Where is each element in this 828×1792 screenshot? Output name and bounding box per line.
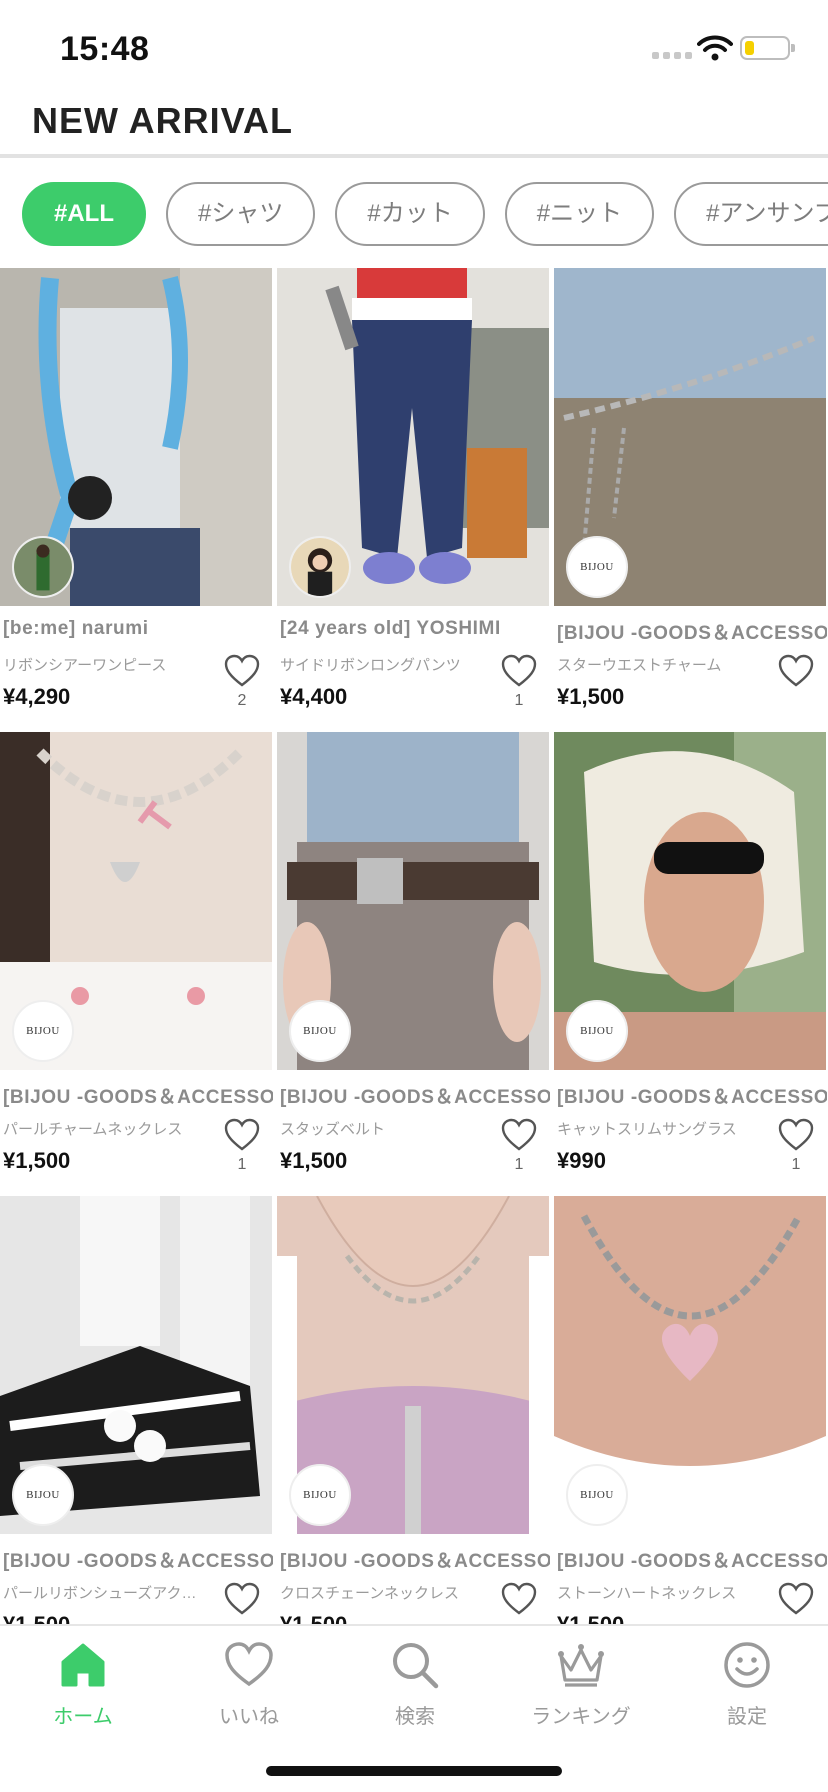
tab-ranking[interactable]: ランキング xyxy=(498,1640,664,1740)
seller-avatar[interactable] xyxy=(289,536,351,598)
like-heart-icon[interactable] xyxy=(224,1582,260,1616)
product-name: スタッズベルト xyxy=(280,1121,386,1138)
product-card[interactable]: BIJOU [BIJOU -GOODS＆ACCESSORIES-] キャットスリ… xyxy=(554,732,827,1190)
page-title: NEW ARRIVAL xyxy=(32,100,293,141)
product-brand: [BIJOU -GOODS＆ACCESSORIES-] xyxy=(280,1087,550,1108)
product-price: ¥1,500 xyxy=(557,1612,624,1624)
product-name: サイドリボンロングパンツ xyxy=(280,657,461,674)
product-price: ¥4,290 xyxy=(3,684,71,709)
product-card[interactable]: BIJOU [BIJOU -GOODS＆ACCESSORIES-] パールリボン… xyxy=(0,1196,273,1624)
product-card[interactable]: BIJOU [BIJOU -GOODS＆ACCESSORIES-] クロスチェー… xyxy=(277,1196,550,1624)
product-name: パールリボンシューズアクセサリー xyxy=(3,1585,203,1602)
product-price: ¥1,500 xyxy=(280,1612,347,1624)
tag-ensemble[interactable]: #アンサンブル xyxy=(674,182,828,246)
tab-search[interactable]: 検索 xyxy=(332,1640,498,1740)
shop-logo-text: BIJOU xyxy=(580,561,614,573)
cellular-signal-icon xyxy=(652,52,692,59)
like-count: 1 xyxy=(237,1156,247,1173)
like-count: 1 xyxy=(514,1156,524,1173)
product-price: ¥1,500 xyxy=(3,1148,71,1173)
tab-settings[interactable]: 設定 xyxy=(664,1640,828,1740)
product-name: スターウエストチャーム xyxy=(557,657,722,674)
product-name: キャットスリムサングラス xyxy=(557,1121,737,1138)
tag-cut[interactable]: #カット xyxy=(335,182,485,246)
product-grid: [be:me] narumi リボンシアーワンピース ¥4,290 2 [24 … xyxy=(0,268,828,1624)
product-price: ¥1,500 xyxy=(3,1612,70,1624)
product-brand: [BIJOU -GOODS＆ACCESSORIES-] xyxy=(3,1087,273,1108)
smiley-icon xyxy=(724,1642,770,1688)
product-brand: [be:me] narumi xyxy=(3,618,149,639)
search-icon xyxy=(393,1643,439,1689)
product-name: クロスチェーンネックレス xyxy=(280,1585,459,1602)
tag-all[interactable]: #ALL xyxy=(22,182,146,246)
tab-ranking-label: ランキング xyxy=(531,1706,631,1728)
home-indicator xyxy=(266,1766,562,1776)
product-name: ストーンハートネックレス xyxy=(557,1585,737,1602)
product-brand: [BIJOU -GOODS＆ACCESSORIES-] xyxy=(3,1551,273,1572)
status-bar: 15:48 xyxy=(0,0,828,100)
product-brand: [BIJOU -GOODS＆ACCESSORIES-] xyxy=(557,1087,827,1108)
heart-icon xyxy=(225,1642,273,1687)
shop-logo-avatar[interactable]: BIJOU xyxy=(289,1464,351,1526)
header-divider xyxy=(0,154,828,158)
tab-likes[interactable]: いいね xyxy=(166,1640,332,1740)
like-count: 1 xyxy=(791,1156,801,1173)
shop-logo-text: BIJOU xyxy=(303,1489,337,1501)
shop-logo-text: BIJOU xyxy=(26,1489,60,1501)
product-card[interactable]: BIJOU [BIJOU -GOODS＆ACCESSORIES-] スターウエス… xyxy=(554,268,827,726)
shop-logo-text: BIJOU xyxy=(303,1025,337,1037)
status-time: 15:48 xyxy=(60,30,150,68)
home-icon xyxy=(61,1643,105,1687)
like-heart-icon[interactable] xyxy=(224,654,260,688)
product-price: ¥990 xyxy=(557,1148,606,1173)
tag-filter-bar[interactable]: #ALL #シャツ #カット #ニット #アンサンブル xyxy=(22,182,828,246)
shop-logo-avatar[interactable]: BIJOU xyxy=(566,536,628,598)
shop-logo-text: BIJOU xyxy=(580,1489,614,1501)
crown-icon xyxy=(558,1644,604,1687)
shop-logo-avatar[interactable]: BIJOU xyxy=(12,1464,74,1526)
product-price: ¥1,500 xyxy=(557,684,625,709)
tab-home[interactable]: ホーム xyxy=(0,1640,166,1740)
product-card[interactable]: BIJOU [BIJOU -GOODS＆ACCESSORIES-] ストーンハー… xyxy=(554,1196,827,1624)
like-heart-icon[interactable] xyxy=(224,1118,260,1152)
wifi-icon xyxy=(697,35,733,61)
product-card[interactable]: BIJOU [BIJOU -GOODS＆ACCESSORIES-] スタッズベル… xyxy=(277,732,550,1190)
shop-logo-text: BIJOU xyxy=(26,1025,60,1037)
seller-avatar[interactable] xyxy=(12,536,74,598)
shop-logo-avatar[interactable]: BIJOU xyxy=(566,1000,628,1062)
shop-logo-avatar[interactable]: BIJOU xyxy=(289,1000,351,1062)
product-price: ¥1,500 xyxy=(280,1148,348,1173)
like-heart-icon[interactable] xyxy=(501,654,537,688)
product-brand: [BIJOU -GOODS＆ACCESSORIES-] xyxy=(280,1551,550,1572)
product-card[interactable]: [24 years old] YOSHIMI サイドリボンロングパンツ ¥4,4… xyxy=(277,268,549,726)
shop-logo-avatar[interactable]: BIJOU xyxy=(12,1000,74,1062)
like-count: 2 xyxy=(237,692,247,709)
product-name: リボンシアーワンピース xyxy=(3,657,167,674)
product-brand: [BIJOU -GOODS＆ACCESSORIES-] xyxy=(557,1551,827,1572)
like-heart-icon[interactable] xyxy=(501,1582,537,1616)
product-brand: [BIJOU -GOODS＆ACCESSORIES-] xyxy=(557,623,827,644)
tag-knit[interactable]: #ニット xyxy=(504,182,655,246)
shop-logo-avatar[interactable]: BIJOU xyxy=(566,1464,628,1526)
product-price: ¥4,400 xyxy=(280,684,348,709)
product-card[interactable]: [be:me] narumi リボンシアーワンピース ¥4,290 2 xyxy=(0,268,272,726)
shop-logo-text: BIJOU xyxy=(580,1025,614,1037)
like-count: 1 xyxy=(514,692,524,709)
product-name: パールチャームネックレス xyxy=(3,1121,183,1138)
tab-search-label: 検索 xyxy=(395,1706,435,1728)
tab-settings-label: 設定 xyxy=(727,1706,767,1728)
tab-home-label: ホーム xyxy=(53,1706,113,1728)
like-heart-icon[interactable] xyxy=(778,1582,814,1616)
battery-icon xyxy=(740,36,795,60)
tag-shirt[interactable]: #シャツ xyxy=(166,182,316,246)
product-brand: [24 years old] YOSHIMI xyxy=(280,618,501,639)
like-heart-icon[interactable] xyxy=(501,1118,537,1152)
tab-likes-label: いいね xyxy=(219,1706,279,1728)
product-card[interactable]: BIJOU [BIJOU -GOODS＆ACCESSORIES-] パールチャー… xyxy=(0,732,273,1190)
like-heart-icon[interactable] xyxy=(778,1118,814,1152)
like-heart-icon[interactable] xyxy=(778,654,814,688)
